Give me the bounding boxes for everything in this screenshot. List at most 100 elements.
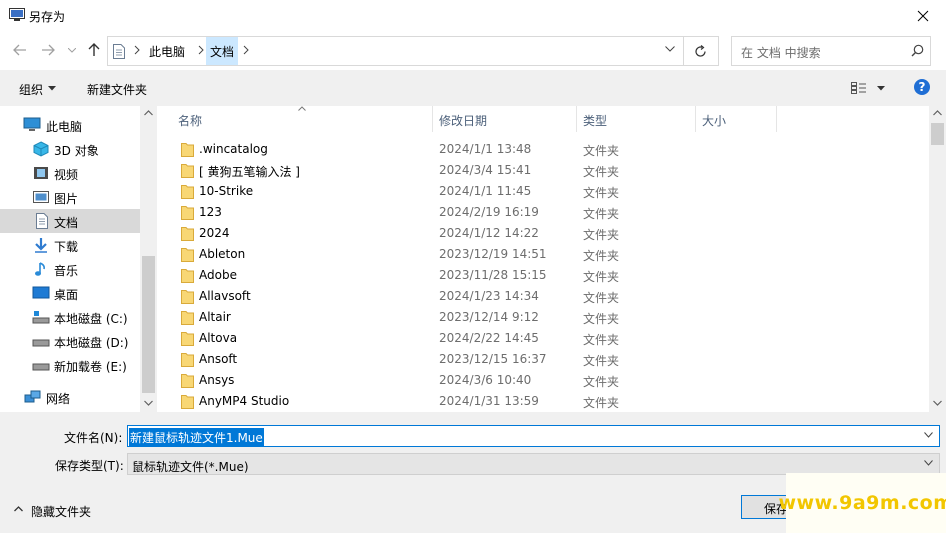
table-row[interactable]: .wincatalog 2024/1/1 13:48 文件夹 — [157, 139, 929, 160]
file-date: 2024/1/23 14:34 — [439, 289, 539, 303]
breadcrumb-this-pc[interactable]: 此电脑 — [149, 43, 185, 60]
pictures-icon — [33, 191, 49, 203]
file-date: 2024/3/4 15:41 — [439, 163, 532, 177]
breadcrumb-documents[interactable]: 文档 — [206, 37, 239, 65]
file-type: 文件夹 — [583, 333, 620, 347]
column-name[interactable]: 名称 — [157, 106, 433, 132]
table-row[interactable]: Altair 2023/12/14 9:12 文件夹 — [157, 307, 929, 328]
column-label: 名称 — [178, 114, 203, 128]
help-button[interactable]: ? — [914, 79, 930, 95]
watermark-text: www.9a9m.com — [778, 492, 946, 514]
file-name: Altova — [199, 331, 238, 345]
table-row[interactable]: AnyMP4 Studio 2024/1/31 13:59 文件夹 — [157, 391, 929, 412]
chevron-down-icon[interactable] — [924, 432, 933, 438]
scroll-down-icon[interactable] — [933, 400, 942, 406]
sidebar-item-label: 视频 — [54, 168, 79, 182]
chevron-up-icon — [14, 506, 23, 512]
table-row[interactable]: 2024 2024/1/12 14:22 文件夹 — [157, 223, 929, 244]
address-bar[interactable]: 此电脑 文档 — [107, 36, 684, 66]
sidebar-item-music[interactable]: 音乐 — [0, 257, 140, 281]
file-type: 文件夹 — [583, 186, 620, 200]
file-list: 名称 修改日期 类型 大小 .wincatalog 2024/1/1 13:48 文… — [157, 106, 946, 412]
organize-button[interactable]: 组织 — [19, 81, 43, 98]
sidebar-scrollbar[interactable] — [140, 106, 157, 412]
table-row[interactable]: Ableton 2023/12/19 14:51 文件夹 — [157, 244, 929, 265]
back-button[interactable] — [12, 42, 28, 58]
breadcrumb-separator-icon — [243, 45, 249, 55]
sidebar-item-drive-d[interactable]: 本地磁盘 (D:) — [0, 329, 140, 353]
filename-value[interactable]: 新建鼠标轨迹文件1.Mue — [129, 428, 264, 447]
music-icon — [35, 262, 45, 276]
sidebar-item-downloads[interactable]: 下载 — [0, 233, 140, 257]
view-options-icon[interactable] — [851, 82, 867, 94]
drive-icon — [32, 339, 50, 347]
window-title: 另存为 — [29, 10, 66, 24]
breadcrumb-separator-icon — [198, 45, 204, 55]
drive-c-icon — [32, 311, 50, 324]
close-button[interactable] — [900, 0, 946, 31]
help-icon: ? — [918, 80, 926, 94]
navigation-bar: 此电脑 文档 在 文档 中搜索 — [0, 32, 946, 70]
scrollbar-thumb[interactable] — [142, 256, 155, 393]
search-placeholder: 在 文档 中搜索 — [741, 46, 821, 60]
sidebar-item-drive-e[interactable]: 新加载卷 (E:) — [0, 353, 140, 377]
scrollbar-thumb[interactable] — [931, 123, 944, 145]
folder-icon — [181, 353, 194, 367]
sidebar-item-label: 下载 — [54, 240, 79, 254]
scroll-down-icon[interactable] — [144, 400, 153, 406]
sidebar-item-label: 文档 — [54, 216, 79, 230]
file-date: 2024/1/1 13:48 — [439, 142, 532, 156]
folder-icon — [181, 332, 194, 346]
sidebar-item-pictures[interactable]: 图片 — [0, 185, 140, 209]
sidebar-item-desktop[interactable]: 桌面 — [0, 281, 140, 305]
filetype-select[interactable]: 鼠标轨迹文件(*.Mue) — [127, 453, 940, 475]
table-row[interactable]: Altova 2024/2/22 14:45 文件夹 — [157, 328, 929, 349]
up-button[interactable] — [86, 42, 102, 58]
scroll-up-icon[interactable] — [144, 110, 153, 116]
file-list-scrollbar[interactable] — [929, 106, 946, 412]
table-row[interactable]: Ansoft 2023/12/15 16:37 文件夹 — [157, 349, 929, 370]
table-row[interactable]: 123 2024/2/19 16:19 文件夹 — [157, 202, 929, 223]
folder-icon — [181, 374, 194, 388]
search-icon — [911, 44, 924, 57]
refresh-button[interactable] — [684, 36, 719, 66]
caret-down-icon[interactable] — [877, 86, 885, 91]
sidebar-item-label: 本地磁盘 (C:) — [54, 312, 128, 326]
column-size[interactable]: 大小 — [696, 106, 777, 132]
column-header: 名称 修改日期 类型 大小 — [157, 106, 929, 132]
forward-button[interactable] — [40, 42, 56, 58]
sidebar-item-videos[interactable]: 视频 — [0, 161, 140, 185]
documents-icon — [36, 213, 48, 229]
column-type[interactable]: 类型 — [577, 106, 696, 132]
chevron-down-icon[interactable] — [665, 46, 675, 52]
new-folder-button[interactable]: 新建文件夹 — [87, 81, 147, 98]
column-label: 类型 — [583, 114, 608, 128]
sidebar-item-label: 3D 对象 — [54, 144, 99, 158]
sidebar-item-documents[interactable]: 文档 — [0, 209, 140, 233]
file-name: Ansys — [199, 373, 235, 387]
search-box[interactable]: 在 文档 中搜索 — [731, 36, 931, 66]
table-row[interactable]: Ansys 2024/3/6 10:40 文件夹 — [157, 370, 929, 391]
table-row[interactable]: [ 黄狗五笔输入法 ] 2024/3/4 15:41 文件夹 — [157, 160, 929, 181]
recent-locations-button[interactable] — [64, 42, 80, 58]
table-row[interactable]: Adobe 2023/11/28 15:15 文件夹 — [157, 265, 929, 286]
filename-field[interactable]: 新建鼠标轨迹文件1.Mue — [127, 425, 940, 447]
3d-objects-icon — [33, 141, 49, 157]
table-row[interactable]: Allavsoft 2024/1/23 14:34 文件夹 — [157, 286, 929, 307]
chevron-down-icon[interactable] — [924, 460, 933, 466]
folder-icon — [181, 269, 194, 283]
sidebar-item-drive-c[interactable]: 本地磁盘 (C:) — [0, 305, 140, 329]
file-type: 文件夹 — [583, 375, 620, 389]
sidebar-item-this-pc[interactable]: 此电脑 — [0, 113, 140, 137]
sidebar-item-3d-objects[interactable]: 3D 对象 — [0, 137, 140, 161]
column-date[interactable]: 修改日期 — [433, 106, 577, 132]
file-name: 10-Strike — [199, 184, 254, 198]
scroll-up-icon[interactable] — [933, 110, 942, 116]
column-label: 修改日期 — [439, 114, 488, 128]
folder-icon — [181, 395, 194, 409]
file-type: 文件夹 — [583, 144, 620, 158]
download-icon — [35, 238, 47, 253]
documents-icon — [113, 44, 125, 59]
sidebar-item-network[interactable]: 网络 — [0, 385, 140, 409]
table-row[interactable]: 10-Strike 2024/1/1 11:45 文件夹 — [157, 181, 929, 202]
